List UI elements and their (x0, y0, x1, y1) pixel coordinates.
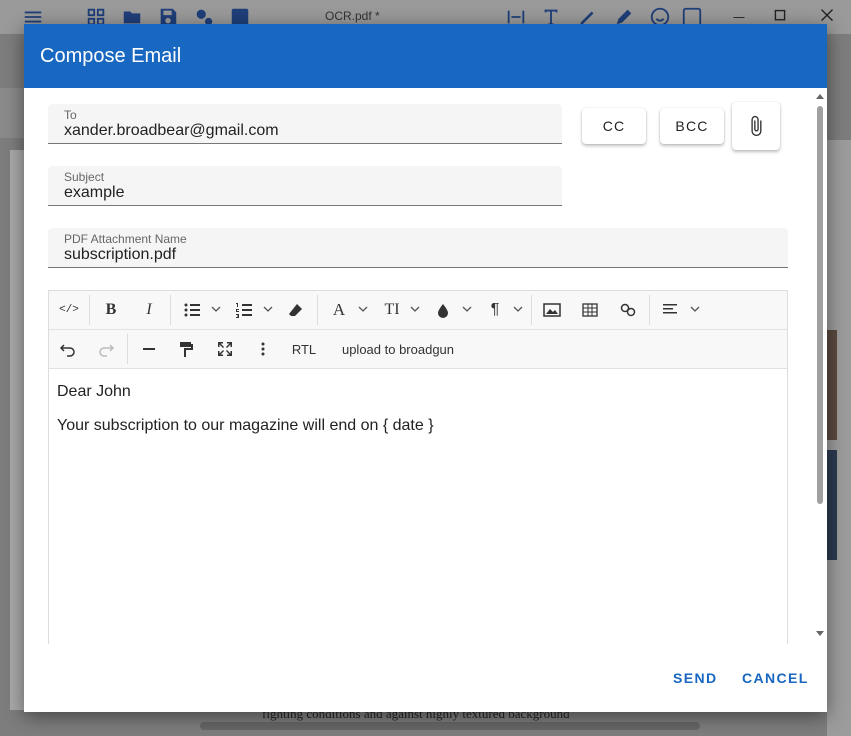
bold-icon[interactable]: B (101, 300, 121, 320)
bcc-button[interactable]: BCC (660, 108, 724, 144)
side-panel (0, 88, 24, 138)
numbered-list-icon[interactable] (235, 300, 253, 320)
more-vertical-icon[interactable] (255, 339, 271, 359)
chevron-down-icon[interactable] (410, 304, 420, 314)
fullscreen-icon[interactable] (216, 339, 234, 359)
dialog-actions: SEND CANCEL (24, 644, 827, 712)
align-icon[interactable] (661, 300, 679, 320)
cancel-button[interactable]: CANCEL (742, 670, 809, 686)
rtl-button[interactable]: RTL (289, 339, 319, 359)
chevron-down-icon[interactable] (263, 304, 273, 314)
text-color-icon[interactable] (435, 300, 451, 320)
compose-email-dialog: Compose Email To xander.broadbear@gmail.… (24, 24, 827, 712)
format-painter-icon[interactable] (177, 339, 195, 359)
dialog-header: Compose Email (24, 24, 827, 88)
code-view-icon[interactable]: </> (59, 300, 79, 320)
scrollbar-thumb[interactable] (817, 106, 823, 504)
table-icon[interactable] (581, 300, 599, 320)
horizontal-scrollbar[interactable] (200, 722, 700, 730)
editor-toolbar-row-2: RTL upload to broadgun (49, 330, 787, 369)
document-page-edge (827, 140, 851, 736)
attachment-name-field[interactable]: PDF Attachment Name subscription.pdf (48, 228, 788, 268)
chevron-down-icon[interactable] (690, 304, 700, 314)
paragraph-icon[interactable]: ¶ (485, 300, 505, 320)
to-label: To (64, 108, 77, 122)
scroll-down-icon[interactable] (815, 630, 825, 638)
dialog-title: Compose Email (40, 45, 182, 67)
subject-field[interactable]: Subject example (48, 166, 562, 206)
to-input[interactable]: xander.broadbear@gmail.com (64, 122, 279, 140)
attachment-name-label: PDF Attachment Name (64, 232, 187, 246)
editor-toolbar-row-1: </> B I A TI ¶ (49, 291, 787, 330)
redo-icon[interactable] (97, 339, 115, 359)
bullet-list-icon[interactable] (183, 300, 201, 320)
editor-content[interactable]: Dear John Your subscription to our magaz… (49, 369, 787, 644)
chevron-down-icon[interactable] (462, 304, 472, 314)
eraser-icon[interactable] (287, 300, 305, 320)
font-size-icon[interactable]: TI (381, 300, 403, 320)
italic-icon[interactable]: I (139, 300, 159, 320)
image-icon[interactable] (543, 300, 561, 320)
horizontal-rule-icon[interactable] (141, 339, 157, 359)
undo-icon[interactable] (59, 339, 77, 359)
dialog-body: To xander.broadbear@gmail.com CC BCC Sub… (24, 88, 827, 644)
to-field[interactable]: To xander.broadbear@gmail.com (48, 104, 562, 144)
upload-to-broadgun-button[interactable]: upload to broadgun (333, 339, 463, 359)
chevron-down-icon[interactable] (211, 304, 221, 314)
cc-button[interactable]: CC (582, 108, 646, 144)
chevron-down-icon[interactable] (358, 304, 368, 314)
subject-input[interactable]: example (64, 184, 124, 202)
link-icon[interactable] (619, 300, 637, 320)
send-button[interactable]: SEND (673, 670, 718, 686)
body-line-1: Dear John (57, 383, 131, 400)
page-thumbnail (10, 150, 24, 710)
rich-text-editor: </> B I A TI ¶ RTL upload to broadgun De… (48, 290, 788, 644)
scroll-up-icon[interactable] (815, 92, 825, 100)
paperclip-icon (751, 115, 762, 137)
chevron-down-icon[interactable] (513, 304, 523, 314)
document-title: OCR.pdf * (325, 9, 380, 23)
subject-label: Subject (64, 170, 105, 184)
attachment-name-input[interactable]: subscription.pdf (64, 246, 176, 264)
attach-button[interactable] (732, 102, 780, 150)
body-line-2: Your subscription to our magazine will e… (57, 417, 434, 434)
font-family-icon[interactable]: A (329, 300, 349, 320)
